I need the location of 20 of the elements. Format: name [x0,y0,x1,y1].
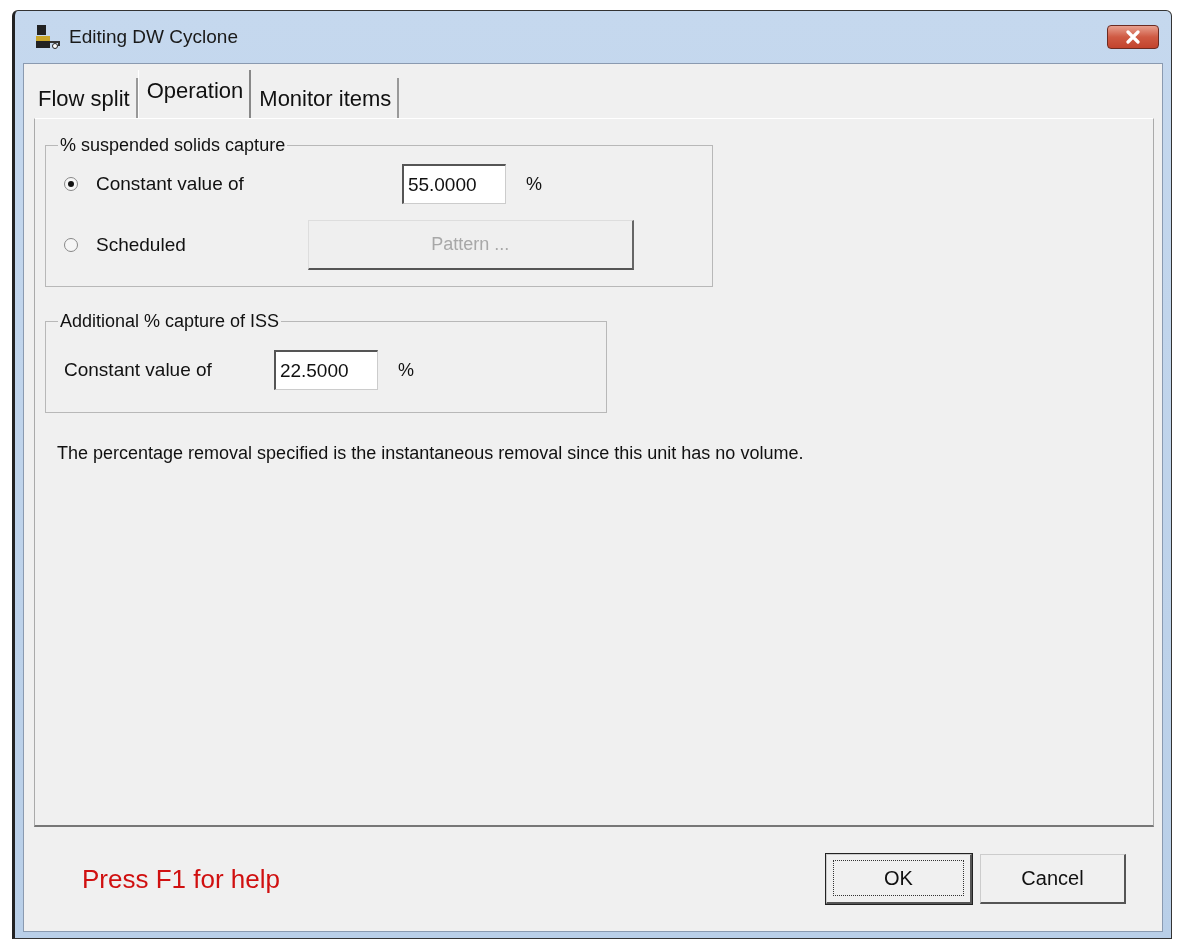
radio-label[interactable]: Constant value of [96,173,244,195]
group-title: Additional % capture of ISS [59,311,281,332]
window-title: Editing DW Cyclone [69,26,238,48]
group-title: % suspended solids capture [59,135,287,156]
unit-label: % [397,359,414,381]
input-field[interactable]: 55.0000 [401,164,506,204]
field-label: Constant value of [64,359,212,381]
radio-label[interactable]: Scheduled [96,234,186,256]
machine-icon [35,24,61,50]
dialog-button[interactable]: Cancel [980,854,1126,904]
help-text: Press F1 for help [82,863,280,895]
radio-button[interactable] [64,238,78,252]
dialog-button[interactable]: OK [826,854,972,904]
close-icon [1125,30,1141,44]
note-text: The percentage removal specified is the instantaneous removal since this unit has no volume. [57,443,804,464]
close-button[interactable] [1107,25,1159,49]
input-field[interactable]: 22.5000 [273,350,378,390]
tab[interactable]: Operation [137,70,252,118]
unit-label: % [525,173,542,195]
radio-button[interactable] [64,177,78,191]
